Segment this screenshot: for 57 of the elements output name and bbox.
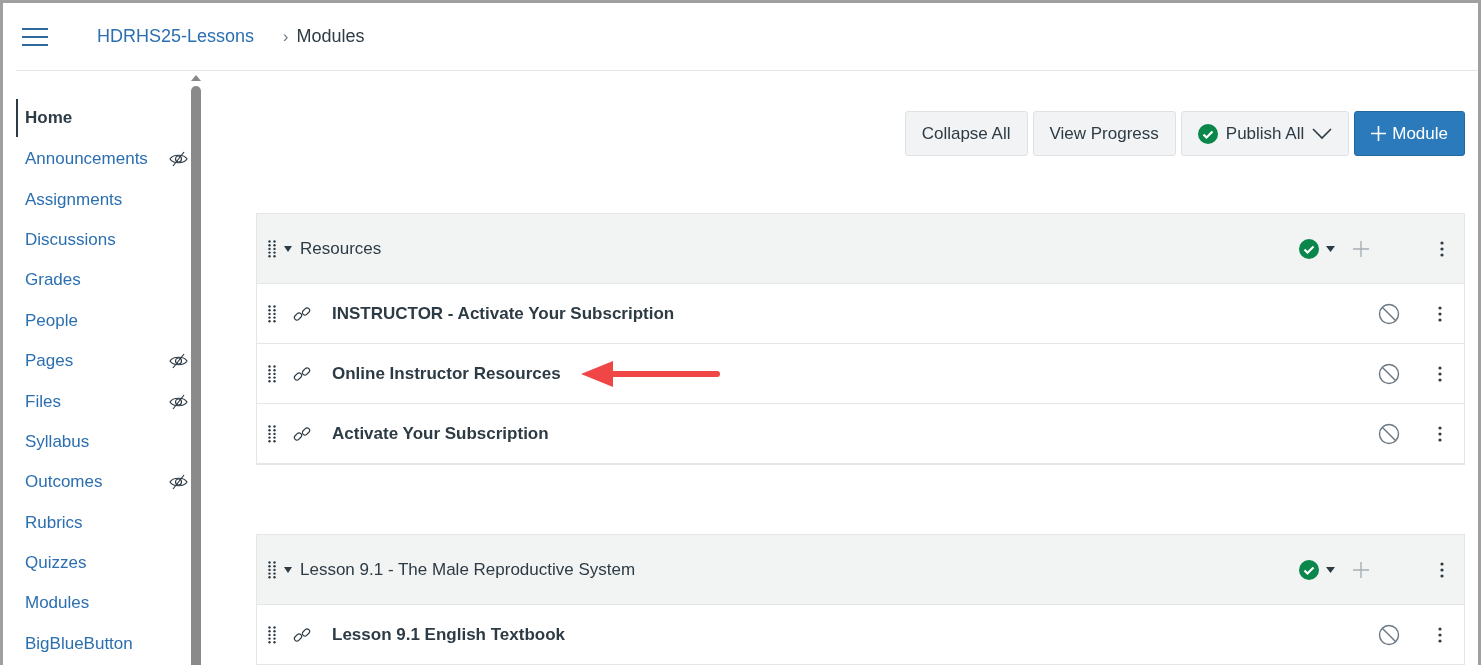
sidebar-item[interactable]: Files [16,381,188,422]
plus-icon [1371,126,1387,141]
caret-down-icon[interactable] [1326,245,1335,252]
sidebar-item[interactable]: Rubrics [16,502,188,543]
check-circle-icon[interactable] [1299,238,1319,259]
module-item-title[interactable]: Online Instructor Resources [332,363,561,384]
drag-handle-icon[interactable] [268,560,276,579]
sidebar-item[interactable]: Syllabus [16,421,188,463]
module-item-title[interactable]: Lesson 9.1 English Textbook [332,624,565,645]
caret-down-icon[interactable] [1326,566,1335,573]
more-options-icon[interactable] [1438,305,1442,322]
more-options-icon[interactable] [1438,626,1442,643]
check-circle-icon[interactable] [1299,559,1319,580]
drag-handle-icon[interactable] [268,625,276,644]
sidebar-item[interactable]: Home [16,99,188,137]
breadcrumb-separator: › [283,27,289,46]
sidebar-item[interactable]: Discussions [16,219,188,261]
link-icon [293,304,311,323]
caret-icon[interactable] [284,245,292,252]
ban-icon[interactable] [1378,623,1400,646]
toolbar-button[interactable]: View Progress [1032,111,1176,156]
add-module-button[interactable]: Module [1354,111,1465,156]
toolbar-button[interactable]: Collapse All [904,111,1028,156]
module-item-title[interactable]: Activate Your Subscription [332,423,549,444]
publish-all-button[interactable]: Publish All [1180,111,1350,156]
menu-icon[interactable] [22,27,48,46]
sidebar-item[interactable]: BigBlueButton [16,623,188,665]
link-icon [293,364,311,383]
sidebar-item[interactable]: Modules [16,583,188,624]
module-title: Lesson 9.1 - The Male Reproductive System [300,559,636,580]
more-options-icon[interactable] [1438,365,1442,382]
module-title: Resources [300,238,382,259]
check-circle-icon [1197,123,1218,144]
ban-icon[interactable] [1378,302,1400,325]
link-icon [293,625,311,644]
sidebar-item[interactable]: People [16,300,188,341]
more-options-icon[interactable] [1440,240,1444,257]
page-title: Modules [296,26,365,47]
ban-icon[interactable] [1378,422,1400,445]
drag-handle-icon[interactable] [268,239,276,258]
link-icon [293,424,311,443]
sidebar-item[interactable]: Pages [16,340,188,382]
sidebar-item[interactable]: Quizzes [16,542,188,584]
chevron-down-icon [1312,127,1333,140]
sidebar-item[interactable]: Grades [16,260,188,301]
sidebar-item[interactable]: Announcements [16,139,188,180]
caret-icon[interactable] [284,566,292,573]
ban-icon[interactable] [1378,362,1400,385]
breadcrumb-link[interactable]: HDRHS25-Lessons [97,26,255,47]
drag-handle-icon[interactable] [268,424,276,443]
drag-handle-icon[interactable] [268,364,276,383]
module-item-title[interactable]: INSTRUCTOR - Activate Your Subscription [332,303,675,324]
more-options-icon[interactable] [1438,425,1442,442]
sidebar-item[interactable]: Outcomes [16,462,188,503]
drag-handle-icon[interactable] [268,304,276,323]
sidebar-item[interactable]: Assignments [16,179,188,220]
more-options-icon[interactable] [1440,561,1444,578]
